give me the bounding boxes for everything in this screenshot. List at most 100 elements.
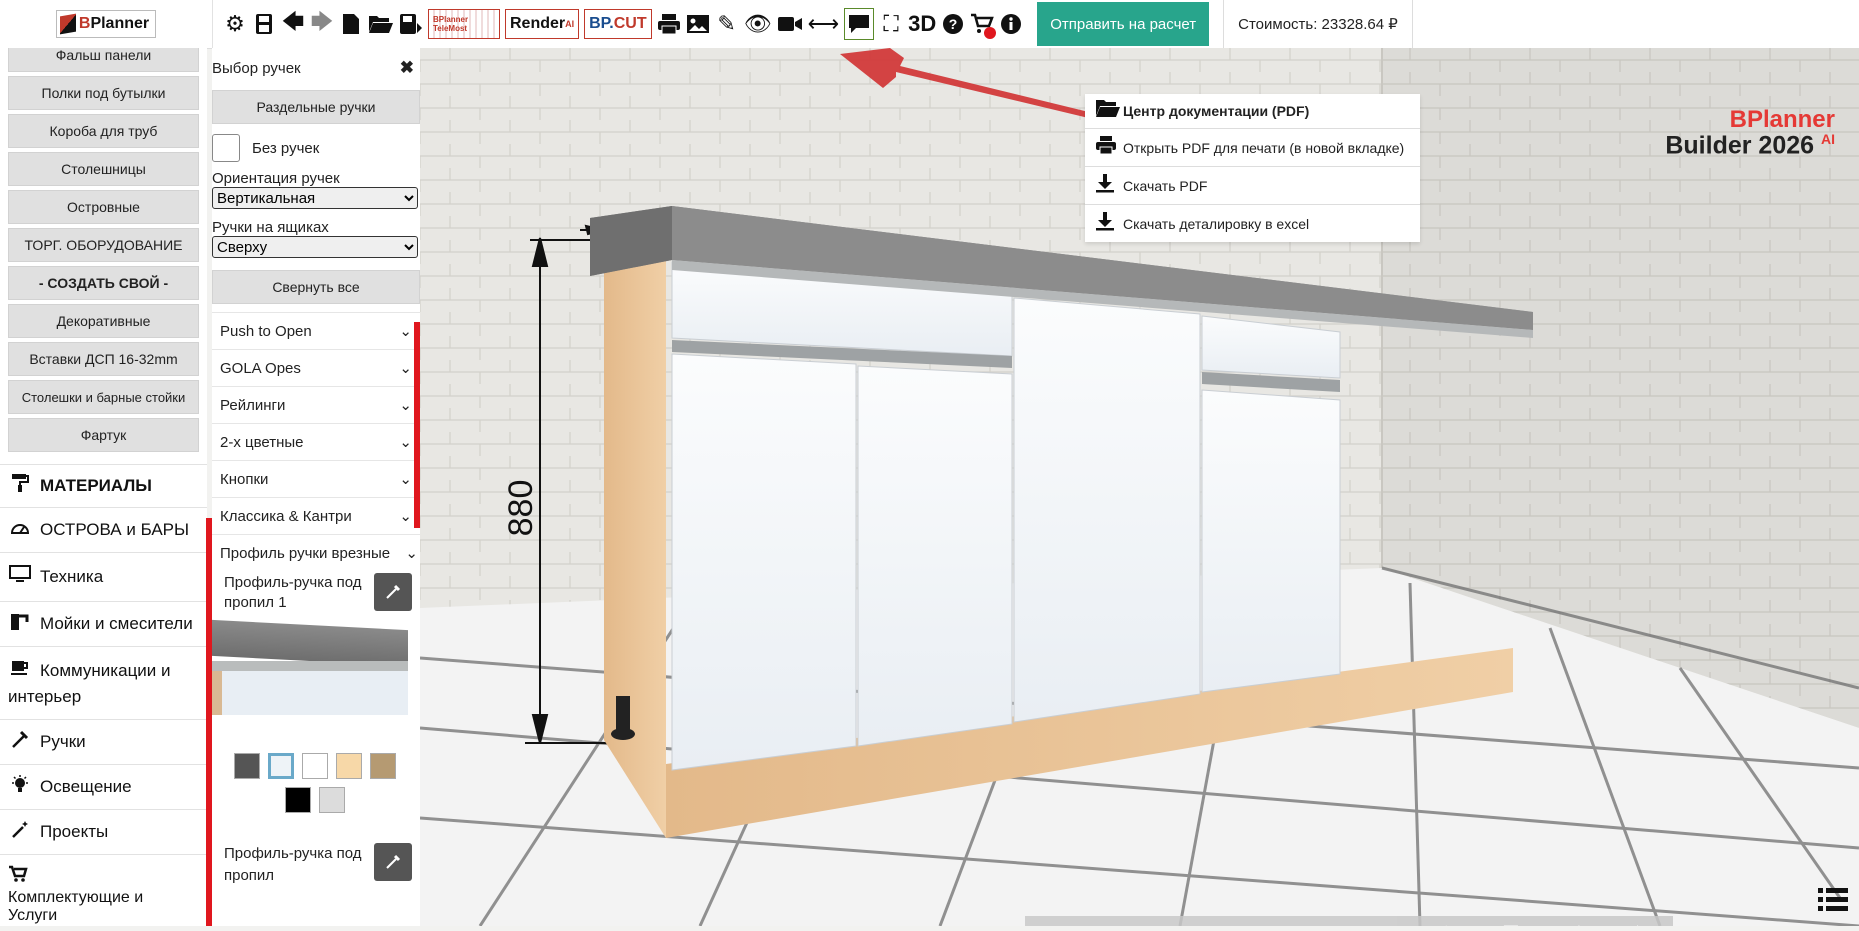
undo-arrow-left-icon[interactable]: 🡄 <box>281 9 305 39</box>
section-knobs[interactable]: Кнопки ⌄ <box>212 460 420 497</box>
close-icon[interactable]: ✖ <box>400 58 414 78</box>
swatch-tan[interactable] <box>370 753 396 779</box>
rotate-up-icon[interactable]: ↻ <box>1162 926 1212 927</box>
profile-item-2[interactable]: Профиль-ручка под пропил <box>212 813 420 887</box>
category-decorative[interactable]: Декоративные <box>8 304 199 338</box>
resize-horizontal-icon[interactable]: ⟷ <box>808 9 840 39</box>
drawer-handles-select[interactable]: Сверху <box>212 236 418 258</box>
telemost-button[interactable]: BPlanner TeleMost <box>428 9 500 39</box>
menu-islands-bars[interactable]: ОСТРОВА и БАРЫ <box>0 507 207 552</box>
menu-materials-label: МАТЕРИАЛЫ <box>40 476 152 495</box>
category-bottle-shelves[interactable]: Полки под бутылки <box>8 76 199 110</box>
category-pipe-boxes[interactable]: Короба для труб <box>8 114 199 148</box>
3d-viewport[interactable]: 880 BPlanner Builder 2026 AI Центр докум… <box>420 48 1859 926</box>
split-handles-button[interactable]: Раздельные ручки <box>212 90 420 124</box>
open-folder-icon[interactable] <box>368 9 394 39</box>
doc-center-label: Центр документации (PDF) <box>1123 103 1310 119</box>
swatch-white[interactable] <box>302 753 328 779</box>
rotate-down-icon[interactable]: ↺ <box>1227 926 1277 927</box>
category-tops-bar-counters[interactable]: Столешки и барные стойки <box>8 380 199 414</box>
menu-appliances-label: Техника <box>40 567 104 586</box>
profile-item-1-label-b: пропил 1 <box>224 594 287 611</box>
menu-materials[interactable]: МАТЕРИАЛЫ <box>0 464 207 507</box>
rotate-right-icon[interactable]: ⟳ <box>1097 926 1147 927</box>
3d-view-button[interactable]: 3D <box>908 9 936 39</box>
menu-accessories-services[interactable]: Комплектующие и Услуги <box>0 854 207 926</box>
menu-projects[interactable]: Проекты <box>0 809 207 854</box>
save-as-icon[interactable] <box>399 9 423 39</box>
eyedropper-icon[interactable] <box>374 573 412 611</box>
category-fake-panels[interactable]: Фальш панели <box>8 48 199 72</box>
zoom-in-icon[interactable]: ⊕ <box>1292 926 1342 927</box>
category-trade-equipment[interactable]: ТОРГ. ОБОРУДОВАНИЕ <box>8 228 199 262</box>
download-icon <box>1095 173 1115 199</box>
redo-arrow-right-icon[interactable]: 🡆 <box>310 9 334 39</box>
swatch-white-blue-selected[interactable] <box>268 753 294 779</box>
comment-docs-icon[interactable] <box>844 8 875 40</box>
eyedropper-icon[interactable] <box>374 843 412 881</box>
send-for-calculation-button[interactable]: Отправить на расчет <box>1037 2 1210 46</box>
doc-center-item[interactable]: Центр документации (PDF) <box>1085 94 1420 129</box>
download-excel-item[interactable]: Скачать деталировку в excel <box>1085 205 1420 242</box>
swatch-beige[interactable] <box>336 753 362 779</box>
collapse-all-button[interactable]: Свернуть все <box>212 270 420 304</box>
save-disk-icon[interactable] <box>252 9 276 39</box>
list-menu-icon[interactable] <box>1818 886 1848 922</box>
profile-item-1[interactable]: Профиль-ручка под пропил 1 <box>212 571 420 617</box>
fullscreen-icon[interactable]: ⛶ <box>879 9 903 39</box>
zoom-out-icon[interactable]: ⊖ <box>1356 926 1406 927</box>
pan-right-icon[interactable]: 🡆 <box>1616 918 1666 927</box>
orientation-select[interactable]: Вертикальная <box>212 187 418 209</box>
pan-left-icon[interactable]: 🡄 <box>1551 918 1601 927</box>
help-question-icon[interactable]: ? <box>941 9 965 39</box>
menu-handles[interactable]: Ручки <box>0 719 207 764</box>
section-two-color[interactable]: 2-х цветные ⌄ <box>212 423 420 460</box>
image-icon[interactable] <box>686 9 710 39</box>
bp-cut-button[interactable]: BP. CUT <box>584 9 652 39</box>
category-countertops[interactable]: Столешницы <box>8 152 199 186</box>
menu-communications-label-a: Коммуникации и <box>40 661 171 680</box>
menu-communications-interior[interactable]: Коммуникации и интерьер <box>0 646 207 719</box>
no-handles-checkbox[interactable] <box>212 134 240 162</box>
new-file-icon[interactable] <box>339 9 363 39</box>
pencil-icon[interactable]: ✎ <box>715 9 739 39</box>
open-pdf-print-item[interactable]: Открыть PDF для печати (в новой вкладке) <box>1085 129 1420 167</box>
category-islands[interactable]: Островные <box>8 190 199 224</box>
section-profile-handles[interactable]: Профиль ручки врезные ⌄ <box>212 534 420 571</box>
section-gola-opes[interactable]: GOLA Opes ⌄ <box>212 349 420 386</box>
handle-panel-title: Выбор ручек <box>212 59 301 77</box>
section-railings[interactable]: Рейлинги ⌄ <box>212 386 420 423</box>
rotate-left-icon[interactable]: ⟲ <box>1032 926 1082 927</box>
pan-up-icon[interactable]: 🡅 <box>1421 918 1471 927</box>
category-chipboard-inserts[interactable]: Вставки ДСП 16-32mm <box>8 342 199 376</box>
swatch-dark-gray[interactable] <box>234 753 260 779</box>
settings-gear-icon[interactable]: ⚙ <box>223 9 247 39</box>
no-handles-row: Без ручек <box>212 134 420 162</box>
left-category-panel: Фальш панели Полки под бутылки Короба дл… <box>0 48 207 926</box>
drawer-handles-label: Ручки на ящиках <box>212 219 329 236</box>
swatch-black[interactable] <box>285 787 311 813</box>
chevron-down-icon: ⌄ <box>399 434 412 451</box>
bplanner-logo[interactable]: BPlanner <box>55 10 157 38</box>
menu-appliances[interactable]: Техника <box>0 552 207 601</box>
category-backsplash[interactable]: Фартук <box>8 418 199 452</box>
pan-down-icon[interactable]: 🡇 <box>1486 918 1536 927</box>
eye-icon[interactable]: 👁 <box>744 9 772 39</box>
download-pdf-item[interactable]: Скачать PDF <box>1085 167 1420 205</box>
video-camera-icon[interactable] <box>777 9 803 39</box>
info-icon[interactable] <box>999 9 1023 39</box>
category-create-own[interactable]: - СОЗДАТЬ СВОЙ - <box>8 266 199 300</box>
menu-handles-label: Ручки <box>40 732 86 751</box>
render-ai-button[interactable]: Render AI <box>505 9 580 39</box>
print-icon[interactable] <box>657 9 681 39</box>
chevron-down-icon: ⌄ <box>399 323 412 340</box>
menu-lighting[interactable]: Освещение <box>0 764 207 809</box>
logo-cell[interactable]: BPlanner <box>0 0 213 48</box>
section-classic-country[interactable]: Классика & Кантри ⌄ <box>212 497 420 534</box>
swatch-light-gray[interactable] <box>319 787 345 813</box>
section-push-to-open[interactable]: Push to Open ⌄ <box>212 312 420 349</box>
cart-icon[interactable]: 0 <box>970 9 997 39</box>
monitor-icon <box>8 565 32 589</box>
profile-preview-image[interactable] <box>212 619 408 715</box>
menu-sinks-mixers[interactable]: Мойки и смесители <box>0 601 207 646</box>
